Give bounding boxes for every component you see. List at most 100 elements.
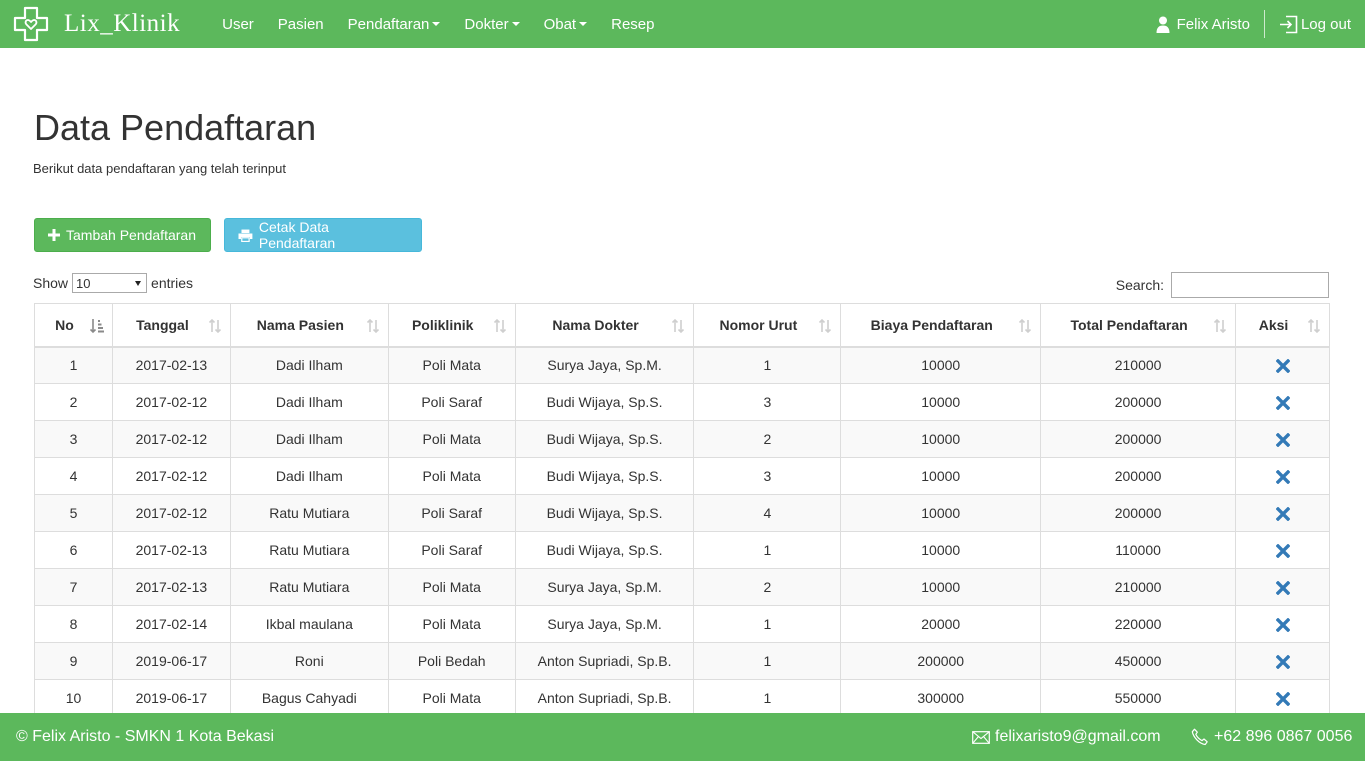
nav-item-pendaftaran[interactable]: Pendaftaran	[336, 0, 453, 48]
table-cell: 2	[693, 420, 842, 458]
sort-icon	[493, 318, 506, 334]
column-header[interactable]: Nama Pasien	[229, 303, 389, 348]
table-row: 3 2017-02-12 Dadi Ilham Poli Mata Budi Wijay…	[34, 420, 1330, 458]
table-cell: Budi Wijaya, Sp.S.	[514, 531, 695, 569]
table-cell: 2019-06-17	[111, 642, 231, 680]
remove-icon[interactable]	[1275, 618, 1290, 633]
table-row: 7 2017-02-13 Ratu Mutiara Poli Mata Surya Ja…	[34, 568, 1330, 606]
search-input[interactable]	[1171, 272, 1329, 298]
entries-select[interactable]: 10	[72, 273, 148, 293]
column-header-label: Nama Pasien	[256, 316, 344, 333]
table-cell: 4	[34, 457, 113, 495]
logout-icon	[1279, 15, 1298, 33]
user-menu[interactable]: Felix Aristo	[1156, 0, 1264, 48]
table-cell: Dadi Ilham	[229, 346, 389, 384]
action-cell	[1235, 420, 1330, 458]
table-cell: Bagus Cahyadi	[229, 679, 389, 717]
print-registration-button[interactable]: Cetak Data Pendaftaran	[224, 218, 422, 252]
table-cell: 10000	[840, 531, 1042, 569]
column-header[interactable]: No	[34, 303, 113, 348]
remove-icon[interactable]	[1275, 507, 1290, 522]
remove-icon[interactable]	[1275, 470, 1290, 485]
column-header[interactable]: Nomor Urut	[693, 303, 842, 348]
table-cell: Surya Jaya, Sp.M.	[514, 346, 695, 384]
remove-icon[interactable]	[1275, 359, 1290, 374]
entries-label: entries	[151, 275, 194, 291]
table-cell: Poli Mata	[387, 346, 516, 384]
table-cell: 10000	[840, 346, 1042, 384]
footer-email[interactable]: felixaristo9@gmail.com	[972, 728, 1161, 746]
table-cell: Poli Mata	[387, 568, 516, 606]
column-header[interactable]: Aksi	[1235, 303, 1330, 348]
table-row: 2 2017-02-12 Dadi Ilham Poli Saraf Budi Wija…	[34, 383, 1330, 421]
nav-label: Pendaftaran	[347, 15, 430, 33]
remove-icon[interactable]	[1275, 396, 1290, 411]
column-header[interactable]: Biaya Pendaftaran	[840, 303, 1042, 348]
table-cell: Poli Saraf	[387, 531, 516, 569]
nav-label: Dokter	[464, 15, 509, 33]
table-cell: 200000	[1040, 457, 1236, 495]
logout-link[interactable]: Log out	[1265, 0, 1365, 48]
table-cell: 3	[693, 383, 842, 421]
cross-heart-icon	[13, 6, 49, 42]
sort-icon	[1213, 318, 1227, 334]
nav-item-resep[interactable]: Resep	[599, 0, 666, 48]
table-cell: 220000	[1040, 605, 1236, 643]
column-header-label: Poliklinik	[411, 316, 474, 333]
nav-right: Felix Aristo Log out	[1156, 0, 1365, 48]
remove-icon[interactable]	[1275, 581, 1290, 596]
column-header-label: Biaya Pendaftaran	[870, 316, 993, 333]
nav-item-obat[interactable]: Obat	[532, 0, 600, 48]
main-nav: User Pasien Pendaftaran Dokter Obat Rese…	[210, 0, 666, 48]
table-cell: Poli Mata	[387, 605, 516, 643]
table-row: 9 2019-06-17 Roni Poli Bedah Anton Supriadi,…	[34, 642, 1330, 680]
table-cell: 2019-06-17	[111, 679, 231, 717]
column-header[interactable]: Nama Dokter	[514, 303, 695, 348]
table-cell: Budi Wijaya, Sp.S.	[514, 420, 695, 458]
table-cell: 7	[34, 568, 113, 606]
remove-icon[interactable]	[1275, 655, 1290, 670]
table-cell: 10000	[840, 494, 1042, 532]
table-row: 5 2017-02-12 Ratu Mutiara Poli Saraf Budi Wi…	[34, 494, 1330, 532]
nav-item-user[interactable]: User	[210, 0, 266, 48]
action-cell	[1235, 642, 1330, 680]
footer-phone[interactable]: +62 896 0867 0056	[1191, 728, 1352, 746]
action-cell	[1235, 457, 1330, 495]
table-cell: Roni	[229, 642, 389, 680]
nav-label: Pasien	[277, 15, 324, 33]
search-label: Search:	[1115, 277, 1164, 293]
table-cell: 1	[693, 531, 842, 569]
column-header[interactable]: Poliklinik	[387, 303, 516, 348]
nav-item-pasien[interactable]: Pasien	[266, 0, 336, 48]
add-registration-button[interactable]: Tambah Pendaftaran	[34, 218, 211, 252]
sort-icon	[819, 318, 832, 334]
table-cell: Ikbal maulana	[229, 605, 389, 643]
plus-icon	[48, 229, 60, 241]
add-registration-label: Tambah Pendaftaran	[66, 227, 196, 243]
nav-item-dokter[interactable]: Dokter	[452, 0, 531, 48]
print-registration-label: Cetak Data Pendaftaran	[258, 219, 336, 251]
table-cell: 9	[34, 642, 113, 680]
table-cell: 550000	[1040, 679, 1236, 717]
remove-icon[interactable]	[1275, 433, 1290, 448]
show-label: Show	[33, 275, 69, 291]
remove-icon[interactable]	[1275, 692, 1290, 707]
sort-ascending-icon	[89, 319, 104, 334]
sort-icon	[672, 318, 685, 334]
nav-label: Resep	[611, 15, 655, 33]
column-header[interactable]: Tanggal	[111, 303, 231, 348]
brand-name: Lix_Klinik	[64, 10, 181, 37]
table-cell: Budi Wijaya, Sp.S.	[514, 383, 695, 421]
table-cell: Surya Jaya, Sp.M.	[514, 605, 695, 643]
table-cell: 10000	[840, 420, 1042, 458]
table-cell: Ratu Mutiara	[229, 531, 389, 569]
table-cell: 8	[34, 605, 113, 643]
phone-icon	[1191, 728, 1208, 746]
table-cell: 200000	[1040, 420, 1236, 458]
table-cell: 1	[693, 679, 842, 717]
brand[interactable]: Lix_Klinik	[0, 0, 180, 48]
entries-value: 10	[76, 275, 91, 291]
table-cell: 210000	[1040, 568, 1236, 606]
column-header[interactable]: Total Pendaftaran	[1040, 303, 1236, 348]
remove-icon[interactable]	[1275, 544, 1290, 559]
